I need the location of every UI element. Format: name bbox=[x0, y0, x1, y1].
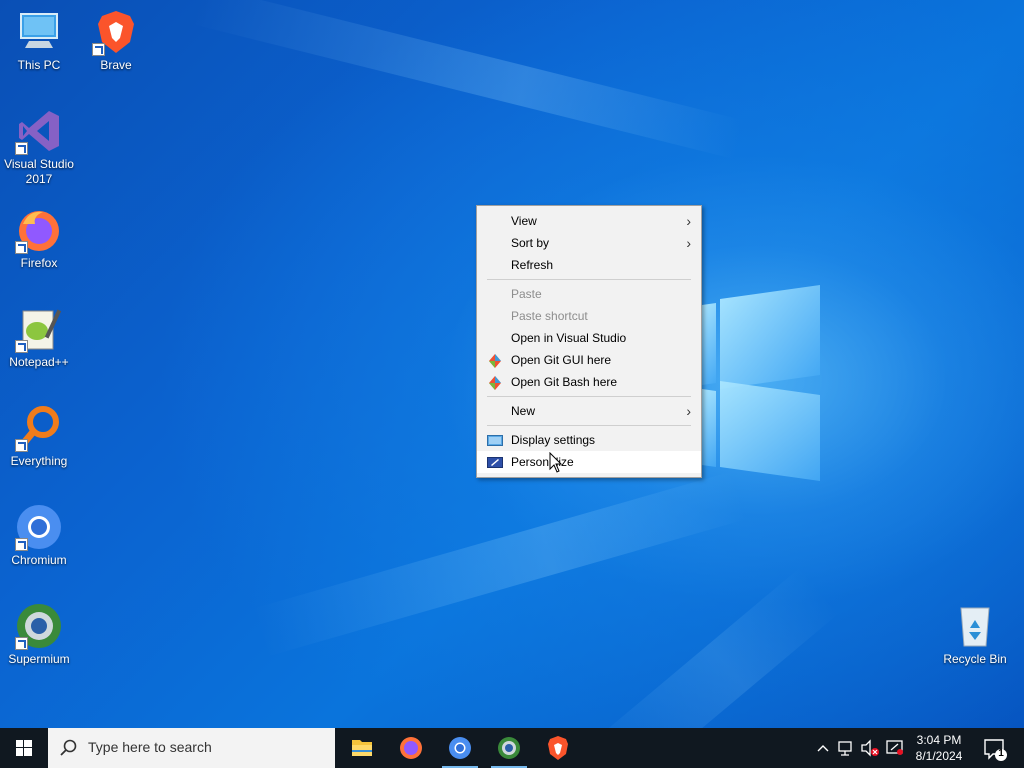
taskbar-supermium[interactable] bbox=[485, 728, 533, 768]
desktop-icon-visual-studio[interactable]: Visual Studio 2017 bbox=[1, 107, 77, 187]
chevron-up-icon bbox=[817, 745, 829, 752]
menu-item-label: New bbox=[511, 404, 536, 418]
desktop-icon-this-pc[interactable]: This PC bbox=[1, 8, 77, 73]
display-icon bbox=[487, 433, 503, 447]
menu-item-label: Open Git Bash here bbox=[511, 375, 618, 389]
desktop-icon-label: Brave bbox=[100, 58, 132, 72]
git-icon bbox=[487, 375, 503, 390]
desktop-icon-notepadpp[interactable]: Notepad++ bbox=[1, 305, 77, 370]
windows-start-icon bbox=[16, 740, 32, 756]
computer-icon bbox=[15, 8, 63, 56]
desktop-icon-recycle-bin[interactable]: Recycle Bin bbox=[937, 602, 1013, 667]
desktop-icon-supermium[interactable]: Supermium bbox=[1, 602, 77, 667]
taskbar-firefox[interactable] bbox=[387, 728, 435, 768]
taskbar-chromium[interactable] bbox=[436, 728, 484, 768]
menu-item-label: Open Git GUI here bbox=[511, 353, 612, 367]
menu-item-view[interactable]: View › bbox=[477, 210, 701, 232]
menu-item-label: Open in Visual Studio bbox=[511, 331, 627, 345]
desktop-icon-label: Firefox bbox=[20, 256, 58, 270]
taskbar-brave[interactable] bbox=[534, 728, 582, 768]
chevron-right-icon: › bbox=[686, 213, 691, 229]
light-beam bbox=[191, 0, 745, 160]
menu-item-paste[interactable]: Paste bbox=[477, 283, 701, 305]
supermium-icon bbox=[498, 737, 520, 759]
desktop-icon-label: Chromium bbox=[11, 553, 67, 567]
desktop[interactable]: This PC Brave Visual Studio 2017 Firefox… bbox=[0, 0, 1024, 728]
windows-logo bbox=[700, 284, 824, 482]
taskbar-file-explorer[interactable] bbox=[338, 728, 386, 768]
menu-item-paste-shortcut[interactable]: Paste shortcut bbox=[477, 305, 701, 327]
desktop-icon-chromium[interactable]: Chromium bbox=[1, 503, 77, 568]
menu-item-label: Paste shortcut bbox=[511, 309, 588, 323]
firefox-icon bbox=[15, 206, 63, 254]
menu-item-personalize[interactable]: Personalize bbox=[477, 451, 701, 473]
start-button[interactable] bbox=[0, 728, 48, 768]
clock-time: 3:04 PM bbox=[916, 733, 962, 747]
taskbar-search-box[interactable]: Type here to search bbox=[48, 728, 335, 768]
network-icon bbox=[838, 741, 852, 756]
menu-separator bbox=[487, 279, 691, 280]
desktop-icon-label: Recycle Bin bbox=[943, 652, 1007, 666]
volume-muted-icon bbox=[861, 739, 879, 757]
mouse-cursor-icon bbox=[549, 452, 563, 473]
menu-item-label: Paste bbox=[511, 287, 542, 301]
file-explorer-icon bbox=[352, 740, 372, 756]
brave-icon bbox=[548, 736, 568, 760]
supermium-icon bbox=[15, 602, 63, 650]
menu-item-refresh[interactable]: Refresh bbox=[477, 254, 701, 276]
recycle-bin-icon bbox=[951, 602, 999, 650]
menu-item-open-git-gui[interactable]: Open Git GUI here bbox=[477, 349, 701, 371]
chromium-icon bbox=[15, 503, 63, 551]
menu-item-label: Refresh bbox=[511, 258, 554, 272]
menu-item-label: Display settings bbox=[511, 433, 596, 447]
firefox-icon bbox=[400, 737, 422, 759]
menu-item-open-git-bash[interactable]: Open Git Bash here bbox=[477, 371, 701, 393]
desktop-icon-brave[interactable]: Brave bbox=[78, 8, 154, 73]
light-beam bbox=[570, 567, 840, 728]
light-beam bbox=[252, 470, 747, 657]
menu-item-display-settings[interactable]: Display settings bbox=[477, 429, 701, 451]
chromium-icon bbox=[449, 737, 471, 759]
menu-item-label: View bbox=[511, 214, 537, 228]
taskbar: Type here to search 3:04 PM 8/1/2024 1 bbox=[0, 728, 1024, 768]
search-placeholder: Type here to search bbox=[88, 739, 212, 755]
desktop-icon-label: Supermium bbox=[8, 652, 70, 666]
security-tray-button[interactable] bbox=[884, 728, 906, 768]
personalize-icon bbox=[487, 455, 503, 469]
notification-count-badge: 1 bbox=[998, 748, 1004, 759]
chevron-right-icon: › bbox=[686, 403, 691, 419]
menu-item-new[interactable]: New › bbox=[477, 400, 701, 422]
desktop-icon-everything[interactable]: Everything bbox=[1, 404, 77, 469]
search-icon bbox=[60, 739, 77, 756]
git-icon bbox=[487, 353, 503, 368]
menu-item-label: Personalize bbox=[511, 455, 574, 469]
desktop-icon-label: Everything bbox=[10, 454, 68, 468]
menu-separator bbox=[487, 425, 691, 426]
menu-separator bbox=[487, 396, 691, 397]
desktop-icon-label: Visual Studio 2017 bbox=[4, 157, 74, 186]
brave-icon bbox=[92, 8, 140, 56]
desktop-context-menu: View › Sort by › Refresh Paste Paste sho… bbox=[476, 205, 702, 478]
action-center-button[interactable]: 1 bbox=[978, 728, 1018, 768]
menu-item-open-in-visual-studio[interactable]: Open in Visual Studio bbox=[477, 327, 701, 349]
volume-tray-button[interactable] bbox=[859, 728, 881, 768]
chevron-right-icon: › bbox=[686, 235, 691, 251]
clock-date: 8/1/2024 bbox=[915, 749, 963, 763]
taskbar-clock[interactable]: 3:04 PM 8/1/2024 bbox=[908, 732, 970, 764]
notepadpp-icon bbox=[15, 305, 63, 353]
everything-search-icon bbox=[15, 404, 63, 452]
menu-item-sort-by[interactable]: Sort by › bbox=[477, 232, 701, 254]
desktop-icon-firefox[interactable]: Firefox bbox=[1, 206, 77, 271]
desktop-icon-label: Notepad++ bbox=[9, 355, 69, 369]
network-tray-button[interactable] bbox=[836, 728, 858, 768]
show-hidden-icons-button[interactable] bbox=[812, 728, 834, 768]
visual-studio-icon bbox=[15, 107, 63, 155]
menu-item-label: Sort by bbox=[511, 236, 550, 250]
windows-security-icon bbox=[886, 740, 903, 755]
desktop-icon-label: This PC bbox=[17, 58, 61, 72]
